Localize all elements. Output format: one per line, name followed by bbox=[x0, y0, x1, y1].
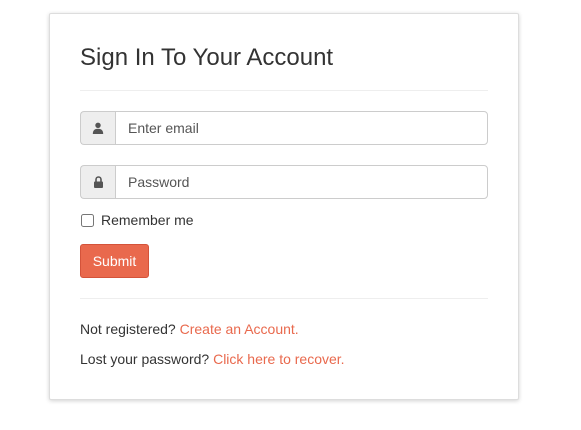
email-input-group bbox=[80, 111, 488, 145]
login-card: Sign In To Your Account Remember me Subm… bbox=[49, 13, 519, 400]
recover-password-link[interactable]: Click here to recover. bbox=[213, 351, 345, 367]
register-text: Not registered? bbox=[80, 321, 176, 337]
recover-line: Lost your password? Click here to recove… bbox=[80, 351, 345, 367]
lock-icon bbox=[80, 165, 115, 199]
page-title: Sign In To Your Account bbox=[80, 44, 334, 71]
register-line: Not registered? Create an Account. bbox=[80, 321, 299, 337]
remember-me[interactable]: Remember me bbox=[80, 211, 194, 229]
footer-divider bbox=[80, 298, 488, 299]
password-field[interactable] bbox=[115, 165, 488, 199]
remember-label: Remember me bbox=[101, 212, 194, 228]
create-account-link[interactable]: Create an Account. bbox=[180, 321, 299, 337]
title-divider bbox=[80, 90, 488, 91]
recover-text: Lost your password? bbox=[80, 351, 210, 367]
submit-button[interactable]: Submit bbox=[80, 244, 149, 278]
remember-checkbox[interactable] bbox=[81, 213, 94, 227]
email-field[interactable] bbox=[115, 111, 488, 145]
user-icon bbox=[80, 111, 115, 145]
password-input-group bbox=[80, 165, 488, 199]
